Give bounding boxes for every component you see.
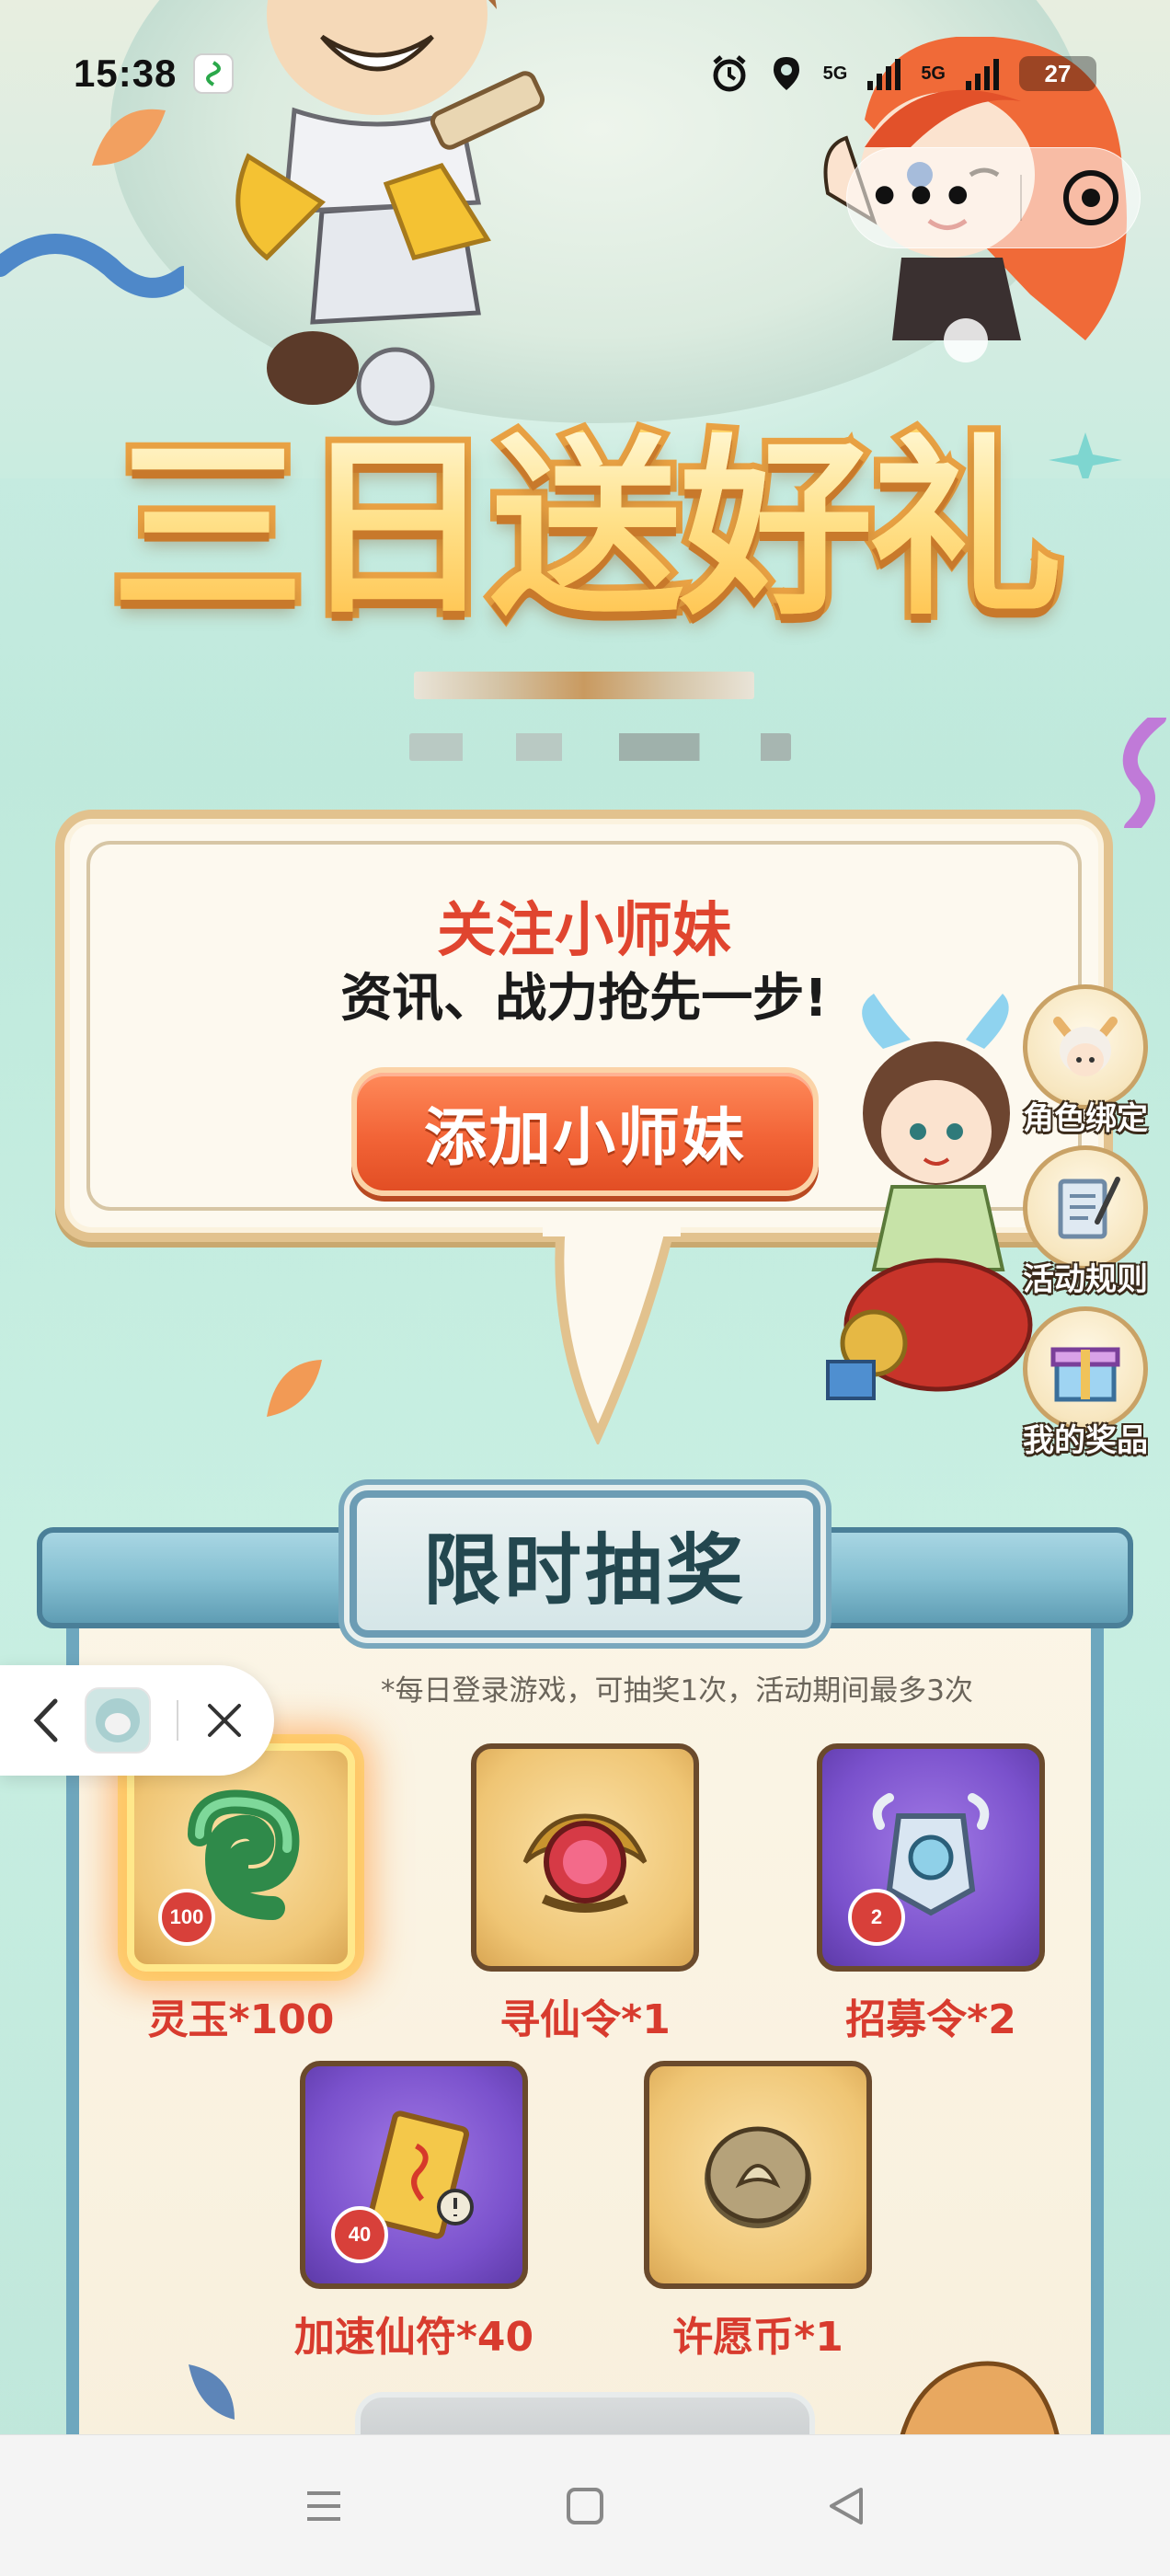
menu-icon[interactable] <box>296 2478 351 2534</box>
speed-talisman-icon <box>300 2061 528 2289</box>
status-right-group: 5G 5G 27 <box>709 53 1096 94</box>
prize-item[interactable]: 40 加速仙符*40 <box>294 2061 533 2361</box>
prize-count-badge: 2 <box>848 1889 905 1946</box>
signal-icon-2 <box>966 59 999 90</box>
follow-card-tail <box>543 1224 681 1444</box>
home-icon[interactable] <box>557 2478 613 2534</box>
prize-item[interactable]: 寻仙令*1 <box>471 1743 699 2043</box>
side-item-label: 活动规则 <box>1023 1261 1148 1298</box>
blurred-subtitle <box>409 733 791 761</box>
app-notification-icon <box>193 53 235 94</box>
prize-label: 招募令*2 <box>845 1996 1016 2043</box>
battery-indicator: 27 <box>1019 56 1096 91</box>
character-bind-icon <box>1023 984 1148 1110</box>
signal-icon-1 <box>867 59 901 90</box>
jade-icon <box>127 1743 355 1972</box>
gift-box-icon <box>1023 1306 1148 1432</box>
status-time: 15:38 <box>74 52 178 95</box>
immortal-token-icon <box>471 1743 699 1972</box>
mini-bar-divider <box>177 1700 178 1741</box>
side-item-my-prizes[interactable]: 我的奖品 <box>1003 1306 1168 1463</box>
prize-item[interactable]: 2 招募令*2 <box>817 1743 1045 2043</box>
location-icon <box>773 57 799 90</box>
wish-coin-icon <box>644 2061 872 2289</box>
side-item-label: 角色绑定 <box>1023 1100 1148 1137</box>
decor-fox <box>899 2361 1061 2438</box>
capsule-divider <box>1019 175 1022 221</box>
alarm-icon <box>712 55 746 92</box>
prize-label: 寻仙令*1 <box>499 1996 671 2043</box>
add-assistant-button[interactable]: 添加小师妹 <box>351 1067 819 1196</box>
network-label-1: 5G <box>822 63 848 84</box>
back-icon[interactable] <box>819 2478 874 2534</box>
blurred-subtitle <box>414 672 754 699</box>
recruit-token-icon <box>817 1743 1045 1972</box>
status-bar: 15:38 5G 5G 27 <box>0 37 1170 110</box>
decor-ribbon <box>0 234 184 298</box>
prize-item[interactable]: 100 灵玉*100 <box>127 1743 355 2043</box>
rules-scroll-icon <box>1023 1145 1148 1271</box>
decor-leaf <box>189 2364 235 2420</box>
prize-count-badge: 40 <box>331 2206 388 2263</box>
mini-program-avatar[interactable] <box>85 1687 151 1754</box>
side-item-rules[interactable]: 活动规则 <box>1003 1145 1168 1302</box>
close-mini-program-button[interactable] <box>1063 170 1119 225</box>
close-icon[interactable] <box>204 1700 245 1741</box>
page-title-highlight: 三日送好礼 <box>0 432 1170 626</box>
decor-leaf <box>267 1360 322 1417</box>
decor-ribbon <box>1122 718 1166 828</box>
network-label-2: 5G <box>921 63 946 84</box>
more-options-button[interactable]: ••• <box>868 172 978 224</box>
prize-label: 许愿币*1 <box>672 2314 843 2361</box>
side-item-character-bind[interactable]: 角色绑定 <box>1003 984 1168 1141</box>
prize-count-badge: 100 <box>158 1889 215 1946</box>
system-navigation-bar <box>0 2434 1170 2576</box>
prize-label: 灵玉*100 <box>147 1996 335 2043</box>
mini-program-capsule: ••• <box>846 147 1141 248</box>
follow-card-title: 关注小师妹 <box>437 897 731 965</box>
lottery-title: 限时抽奖 <box>350 1490 820 1638</box>
prize-label: 加速仙符*40 <box>293 2314 534 2361</box>
floating-mini-bar <box>0 1665 274 1776</box>
chevron-left-icon[interactable] <box>31 1697 59 1743</box>
side-item-label: 我的奖品 <box>1023 1422 1148 1459</box>
prize-item[interactable]: 许愿币*1 <box>644 2061 872 2361</box>
